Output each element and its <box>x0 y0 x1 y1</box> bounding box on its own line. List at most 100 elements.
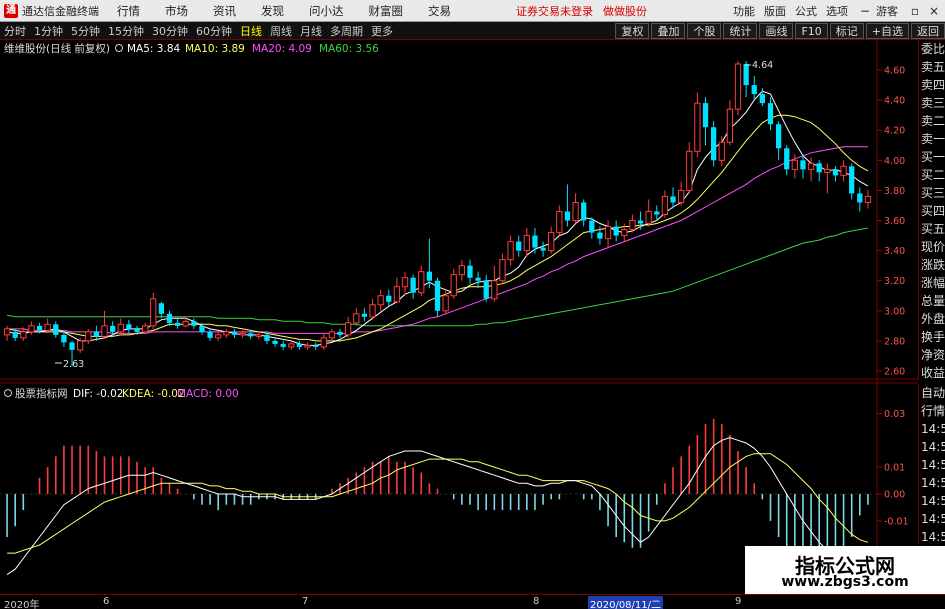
period-5min[interactable]: 5分钟 <box>67 23 104 39</box>
tool-stock[interactable]: 个股 <box>687 22 722 39</box>
menu-item-discover[interactable]: 发现 <box>261 3 284 19</box>
menu-item-trade[interactable]: 交易 <box>428 3 451 19</box>
candle-body-45 <box>369 304 376 318</box>
tool-overlay[interactable]: 叠加 <box>651 22 686 39</box>
tool-mark[interactable]: 标记 <box>829 22 864 39</box>
candle-body-23 <box>191 321 197 326</box>
ma10-label: MA10: 3.89 <box>185 43 245 55</box>
chart-area[interactable]: 维维股份(日线 前复权) MA5: 3.84 MA10: 3.89 MA20: … <box>0 40 918 594</box>
side-item-12[interactable]: 涨跌 <box>919 256 945 274</box>
candle-body-86 <box>702 103 709 128</box>
candle-body-36 <box>296 343 303 347</box>
price-tick-label-4: 3.80 <box>884 186 905 197</box>
period-daily[interactable]: 日线 <box>236 23 266 39</box>
minimize-icon[interactable]: − <box>857 3 873 19</box>
side-item-17[interactable]: 净资 <box>919 346 945 364</box>
side-item-14[interactable]: 总量 <box>919 292 945 310</box>
tick-item-1[interactable]: 行情 <box>919 402 945 420</box>
menu-layout[interactable]: 版面 <box>764 3 786 19</box>
menu-item-market[interactable]: 行情 <box>117 3 140 19</box>
tool-stats[interactable]: 统计 <box>723 22 758 39</box>
period-60min[interactable]: 60分钟 <box>192 23 236 39</box>
period-30min[interactable]: 30分钟 <box>148 23 192 39</box>
candle-body-9 <box>77 340 84 351</box>
price-tick-label-7: 3.20 <box>884 276 905 287</box>
period-more[interactable]: 更多 <box>367 23 397 39</box>
candle-body-43 <box>353 313 360 324</box>
tool-f10[interactable]: F10 <box>795 22 828 39</box>
candle-body-47 <box>386 295 392 302</box>
side-item-3[interactable]: 卖三 <box>919 94 945 112</box>
side-item-13[interactable]: 涨幅 <box>919 274 945 292</box>
candle-body-61 <box>499 259 506 282</box>
stock-name-label: 维维股份(日线 前复权) <box>4 42 110 55</box>
period-weekly[interactable]: 周线 <box>266 23 296 39</box>
tool-draw[interactable]: 画线 <box>759 22 794 39</box>
close-icon[interactable]: × <box>926 3 942 19</box>
candle-body-31 <box>255 334 262 337</box>
menu-item-ask[interactable]: 问小达 <box>309 3 344 19</box>
candle-body-82 <box>670 196 676 203</box>
candle-body-95 <box>775 124 782 149</box>
candle-body-73 <box>597 232 603 239</box>
candle-body-49 <box>401 277 409 288</box>
candle-body-0 <box>3 328 11 336</box>
restore-icon[interactable]: ▫ <box>907 3 923 19</box>
candle-body-87 <box>710 127 717 161</box>
period-15min[interactable]: 15分钟 <box>104 23 148 39</box>
x-label-jun: 6 <box>103 596 110 607</box>
price-tick-label-0: 4.60 <box>884 66 905 77</box>
menu-function[interactable]: 功能 <box>733 3 755 19</box>
user-notice[interactable]: 做做股份 <box>603 3 647 19</box>
candle-body-55 <box>450 274 457 297</box>
side-item-8[interactable]: 买三 <box>919 184 945 202</box>
price-tick-label-6: 3.40 <box>884 246 905 257</box>
candle-body-50 <box>410 277 416 293</box>
tick-item-4: 14:5 <box>921 458 945 472</box>
tool-adjust[interactable]: 复权 <box>615 22 650 39</box>
period-timeshare[interactable]: 分时 <box>0 23 30 39</box>
side-item-9[interactable]: 买四 <box>919 202 945 220</box>
quote-side-panel: 委比 卖五 卖四 卖三 卖二 卖一 买一 买二 买三 买四 买五 现价 涨跌 涨幅 总量 外盘 换手 净资 收益 <box>918 40 945 380</box>
tick-side-panel: 自动 行情 14:5 14:5 14:5 14:5 14:5 14:5 14:5 <box>918 384 945 544</box>
tick-item-0[interactable]: 自动 <box>919 384 945 402</box>
period-multi[interactable]: 多周期 <box>326 23 367 39</box>
candle-body-39 <box>320 337 327 348</box>
side-item-2[interactable]: 卖四 <box>919 76 945 94</box>
side-item-7[interactable]: 买二 <box>919 166 945 184</box>
tool-back[interactable]: 返回 <box>911 22 945 39</box>
candle-body-54 <box>442 295 449 312</box>
period-1min[interactable]: 1分钟 <box>30 23 67 39</box>
menu-item-wealth[interactable]: 财富圈 <box>369 3 404 19</box>
ma5-label: MA5: 3.84 <box>127 43 180 55</box>
candle-body-28 <box>231 331 238 335</box>
menu-item-news[interactable]: 资讯 <box>213 3 236 19</box>
side-item-16[interactable]: 换手 <box>919 328 945 346</box>
candle-body-37 <box>304 344 311 348</box>
side-item-15[interactable]: 外盘 <box>919 310 945 328</box>
candle-body-48 <box>393 286 401 303</box>
side-item-5[interactable]: 卖一 <box>919 130 945 148</box>
side-item-4[interactable]: 卖二 <box>919 112 945 130</box>
price-tick-label-8: 3.00 <box>884 306 905 317</box>
tool-add-favorite[interactable]: +自选 <box>865 22 909 39</box>
candle-body-41 <box>337 331 343 335</box>
side-item-0[interactable]: 委比 <box>919 40 945 58</box>
side-item-10[interactable]: 买五 <box>919 220 945 238</box>
candle-body-71 <box>581 202 587 221</box>
menu-formula[interactable]: 公式 <box>795 3 817 19</box>
menu-item-markets[interactable]: 市场 <box>165 3 188 19</box>
candle-body-29 <box>239 332 246 336</box>
tick-item-6: 14:5 <box>921 494 945 508</box>
login-notice[interactable]: 证券交易未登录 <box>516 3 593 19</box>
menu-options[interactable]: 选项 <box>826 3 848 19</box>
candle-body-74 <box>604 226 612 240</box>
menu-guest[interactable]: 游客 <box>876 3 898 19</box>
candle-body-65 <box>532 235 538 248</box>
candle-body-11 <box>93 331 100 337</box>
period-monthly[interactable]: 月线 <box>296 23 326 39</box>
side-item-18[interactable]: 收益 <box>919 364 945 382</box>
side-item-6[interactable]: 买一 <box>919 148 945 166</box>
side-item-1[interactable]: 卖五 <box>919 58 945 76</box>
side-item-11[interactable]: 现价 <box>919 238 945 256</box>
